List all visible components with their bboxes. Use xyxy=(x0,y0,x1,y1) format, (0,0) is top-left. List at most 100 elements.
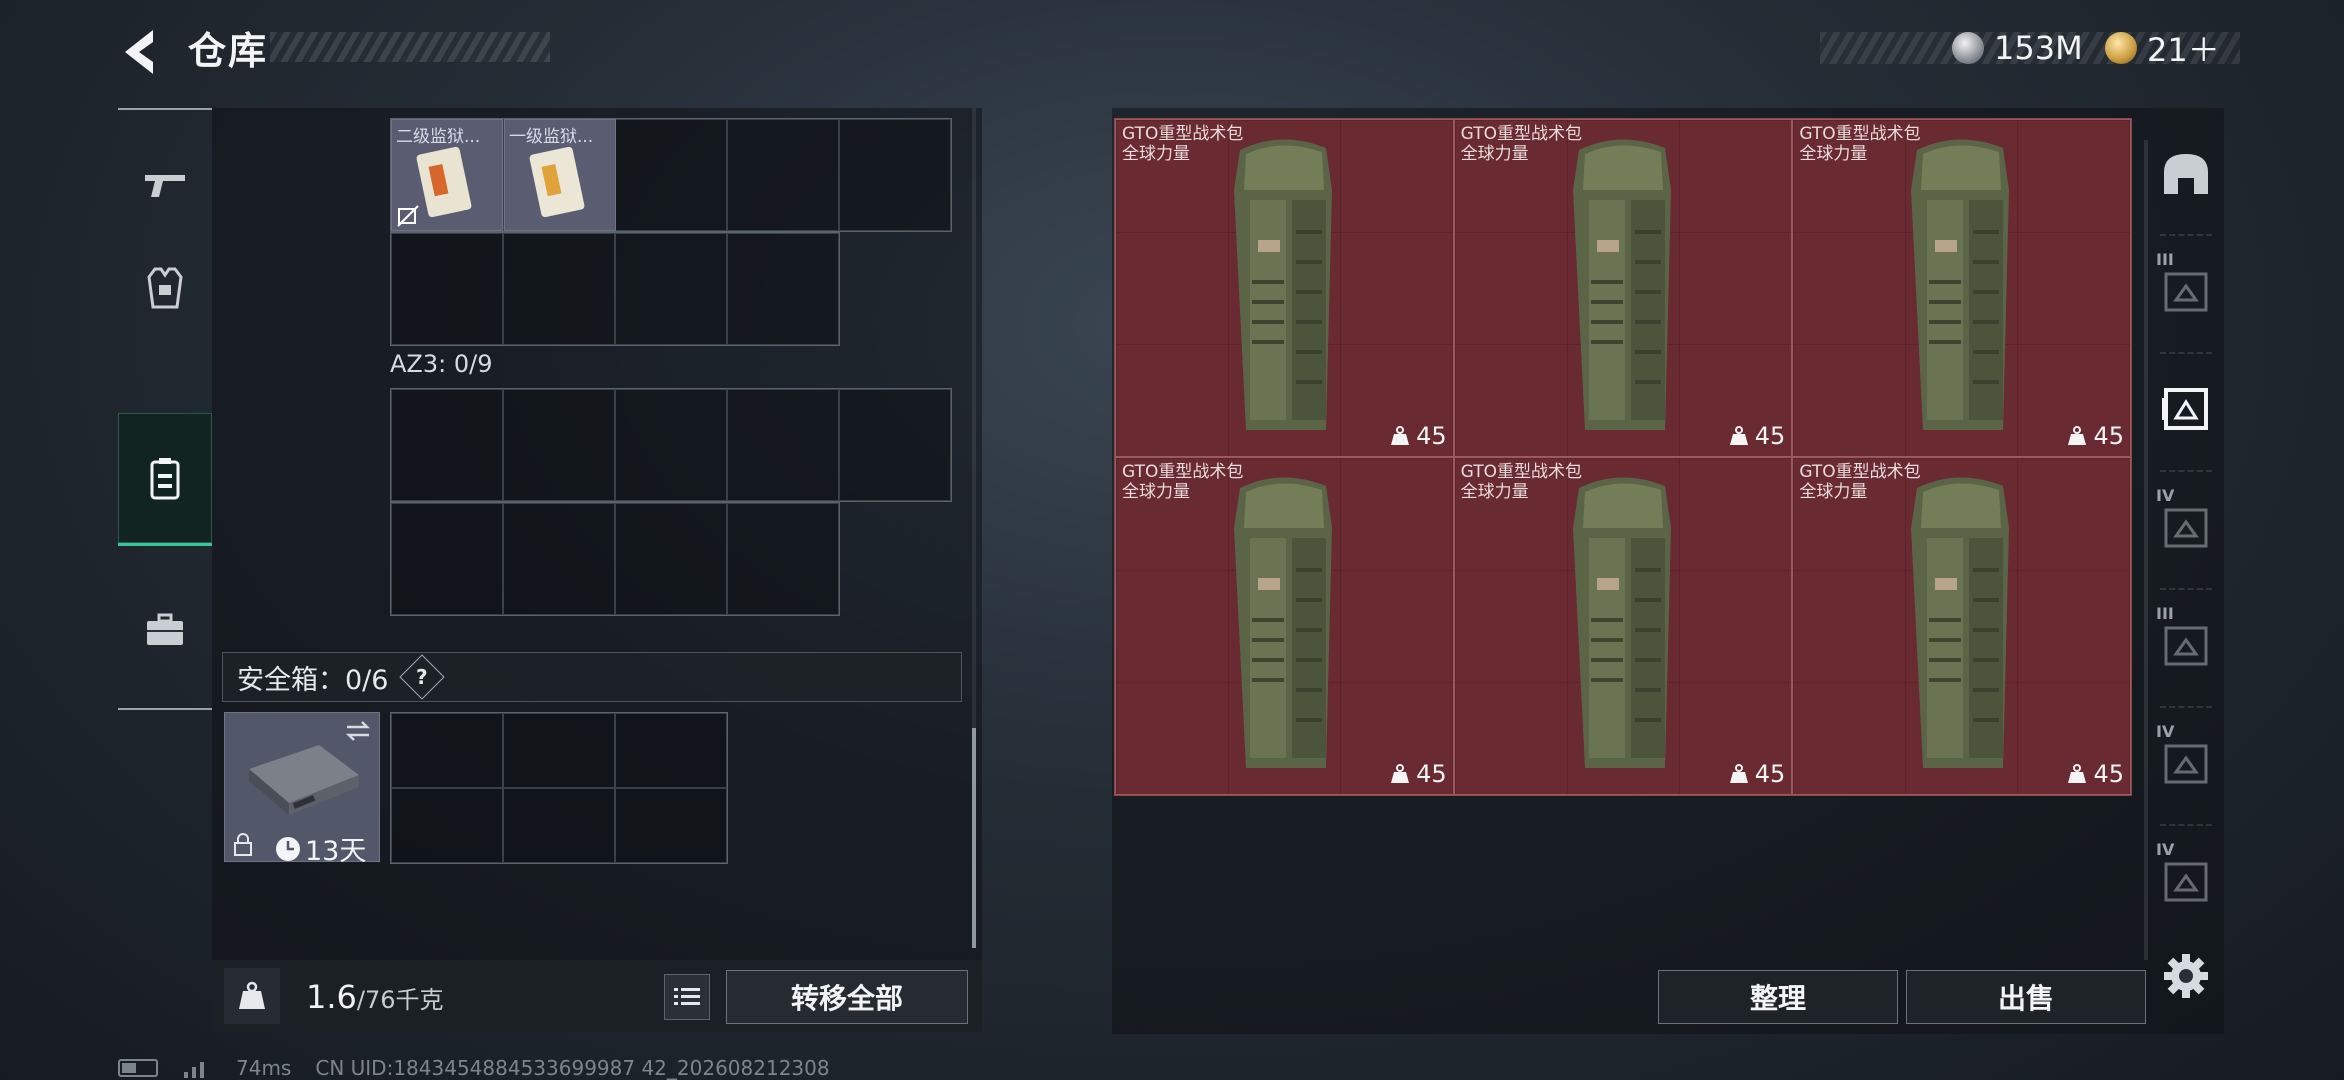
item-keycard-tier1[interactable]: 一级监狱... xyxy=(504,119,616,231)
nav-separator xyxy=(2160,352,2212,354)
silver-coin-icon xyxy=(1952,32,1984,64)
right-nav-item[interactable]: III xyxy=(2146,602,2226,692)
currency-gold-value: 21＋ xyxy=(2147,31,2220,69)
container-grid-az3 xyxy=(390,388,952,502)
grid-cell[interactable] xyxy=(727,503,839,615)
grid-cell[interactable] xyxy=(615,788,727,863)
right-nav-item[interactable]: III xyxy=(2146,248,2226,338)
gear-icon xyxy=(2164,954,2208,998)
storage-item-tile[interactable]: GTO重型战术包 全球力量 45 xyxy=(1792,457,2131,795)
keycard-icon xyxy=(529,146,585,218)
item-weight: 45 xyxy=(1729,760,1785,788)
vest-tier3-icon xyxy=(2160,266,2212,320)
grid-cell[interactable] xyxy=(727,389,839,501)
tier-label: III xyxy=(2156,604,2174,623)
grid-cell[interactable] xyxy=(391,788,503,863)
list-icon xyxy=(674,988,700,1005)
grid-cell[interactable] xyxy=(391,233,503,345)
storage-item-tile[interactable]: GTO重型战术包 全球力量 45 xyxy=(1792,119,2131,457)
tier-label: III xyxy=(2156,250,2174,269)
safe-box-item[interactable]: 13天 xyxy=(224,712,380,867)
backpack-item-icon xyxy=(1911,477,2010,768)
weight-icon-button[interactable] xyxy=(224,968,280,1024)
scroll-thumb[interactable] xyxy=(972,728,976,948)
grid-cell[interactable] xyxy=(391,503,503,615)
grid-cell[interactable] xyxy=(839,389,951,501)
nav-divider xyxy=(118,708,212,710)
ping-value: 74ms xyxy=(236,1056,292,1080)
right-nav-item[interactable] xyxy=(2146,366,2226,456)
nav-backpack[interactable] xyxy=(118,413,212,546)
weight-icon xyxy=(1729,426,1748,445)
backpack-icon xyxy=(150,458,180,500)
grid-cell[interactable] xyxy=(615,503,727,615)
transfer-all-button[interactable]: 转移全部 xyxy=(726,970,968,1024)
backpack-tier4-icon xyxy=(2160,502,2212,556)
storage-item-tile[interactable]: GTO重型战术包 全球力量 45 xyxy=(1453,119,1793,457)
grid-cell[interactable] xyxy=(615,233,727,345)
right-nav-item[interactable] xyxy=(2146,130,2226,220)
grid-cell[interactable] xyxy=(615,713,727,788)
weight-icon xyxy=(2068,426,2087,445)
grid-cell[interactable] xyxy=(727,233,839,345)
item-weight-value: 45 xyxy=(1416,760,1447,788)
item-weight: 45 xyxy=(1729,422,1785,450)
grid-cell[interactable] xyxy=(503,389,615,501)
grid-cell[interactable] xyxy=(391,389,503,501)
grid-cell[interactable] xyxy=(391,713,503,788)
nav-separator xyxy=(2160,706,2212,708)
signal-icon xyxy=(184,1062,204,1078)
list-view-button[interactable] xyxy=(664,974,710,1020)
keycard-icon xyxy=(416,146,472,218)
currency-silver-value: 153M xyxy=(1994,29,2083,67)
grid-cell[interactable] xyxy=(615,389,727,501)
safe-box-header: 安全箱：0/6 ? xyxy=(222,652,962,702)
safe-timer-value: 13天 xyxy=(305,836,367,867)
nav-separator xyxy=(2160,470,2212,472)
right-nav-item[interactable]: IV xyxy=(2146,484,2226,574)
grid-cell[interactable] xyxy=(839,119,951,231)
help-icon: ? xyxy=(416,664,429,689)
tier-label: IV xyxy=(2156,486,2175,505)
nav-separator xyxy=(2160,588,2212,590)
rig-tier4-icon xyxy=(2160,738,2212,792)
sort-button[interactable]: 整理 xyxy=(1658,970,1898,1024)
settings-button[interactable] xyxy=(2160,950,2212,1002)
backpack-item-icon xyxy=(1572,477,1671,768)
grid-cell[interactable] xyxy=(503,503,615,615)
inventory-footer: 1.6/76千克 转移全部 xyxy=(212,960,982,1032)
grid-cell[interactable] xyxy=(727,119,839,231)
item-weight: 45 xyxy=(1390,760,1447,788)
grid-cell[interactable] xyxy=(503,788,615,863)
weight-max: /76千克 xyxy=(356,986,444,1014)
right-nav-item[interactable]: IV xyxy=(2146,720,2226,810)
rig-tier4-b-icon xyxy=(2160,856,2212,910)
right-nav-item[interactable]: IV xyxy=(2146,838,2226,928)
battery-icon xyxy=(118,1059,158,1077)
item-weight-value: 45 xyxy=(2093,422,2124,450)
storage-item-tile[interactable]: GTO重型战术包 全球力量 45 xyxy=(1453,457,1793,795)
item-weight: 45 xyxy=(2067,422,2124,450)
container-grid-az3-row2 xyxy=(390,502,840,616)
grid-cell[interactable] xyxy=(615,119,727,231)
storage-panel: GTO重型战术包 全球力量 45 GTO重型战术包 全球力量 45 GTO重型战术包 全球力量… xyxy=(1112,108,2224,1034)
safe-box-grid xyxy=(390,712,728,864)
item-keycard-tier2[interactable]: 二级监狱... xyxy=(391,119,503,231)
weight-readout: 1.6/76千克 xyxy=(306,978,444,1016)
right-category-nav: III IV III IV IV xyxy=(2146,130,2226,980)
storage-item-tile[interactable]: GTO重型战术包 全球力量 45 xyxy=(1115,457,1454,795)
grid-cell[interactable] xyxy=(503,713,615,788)
help-button[interactable]: ? xyxy=(399,654,446,700)
safe-box-label: 安全箱：0/6 xyxy=(237,664,389,696)
grid-cell[interactable] xyxy=(503,233,615,345)
nav-briefcase[interactable] xyxy=(118,580,212,680)
nav-weapons[interactable] xyxy=(118,136,212,236)
nav-armor[interactable] xyxy=(118,238,212,338)
vest-tier3-active-icon xyxy=(2160,384,2212,438)
briefcase-icon xyxy=(147,613,183,645)
storage-item-tile[interactable]: GTO重型战术包 全球力量 45 xyxy=(1115,119,1454,457)
backpack-item-icon xyxy=(1911,139,2010,430)
uid-text: CN UID:1843454884533699987 42_2026082123… xyxy=(315,1056,830,1080)
sell-button[interactable]: 出售 xyxy=(1906,970,2146,1024)
back-button[interactable] xyxy=(115,22,165,82)
